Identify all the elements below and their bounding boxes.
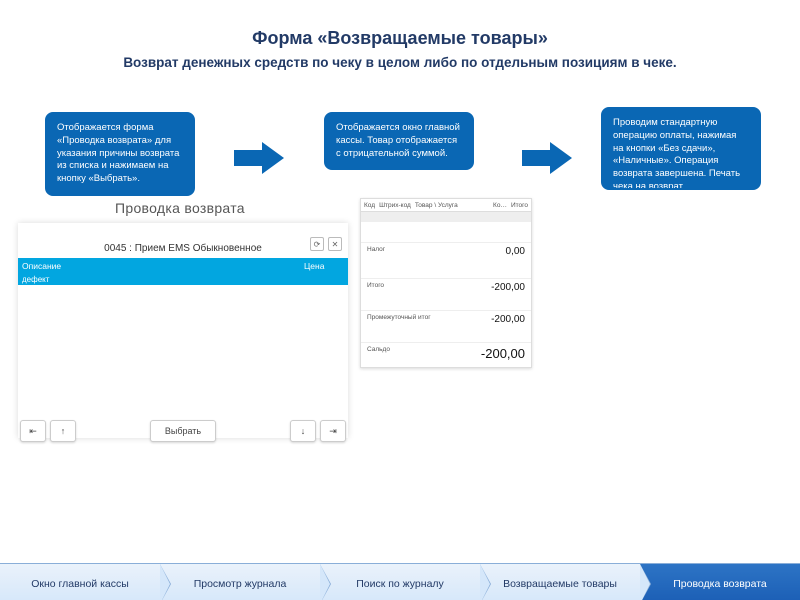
btn-select[interactable]: Выбрать (150, 420, 216, 442)
nav-journal-view[interactable]: Просмотр журнала (160, 563, 320, 600)
page-title: Форма «Возвращаемые товары» (0, 28, 800, 49)
btn-last[interactable]: ⇥ (320, 420, 346, 442)
left-panel-title: Проводка возврата (115, 200, 245, 216)
nav-main-window[interactable]: Окно главной кассы (0, 563, 160, 600)
page-subtitle: Возврат денежных средств по чеку в целом… (0, 55, 800, 70)
table-row[interactable]: дефект (18, 273, 348, 285)
nav-returned-goods[interactable]: Возвращаемые товары (480, 563, 640, 600)
arrow-2 (522, 142, 572, 174)
arrow-1 (234, 142, 284, 174)
nav-journal-search[interactable]: Поиск по журналу (320, 563, 480, 600)
refresh-icon[interactable]: ⟳ (310, 237, 324, 251)
step-box-3: Проводим стандартную операцию оплаты, на… (601, 107, 761, 190)
nav-return-posting[interactable]: Проводка возврата (640, 563, 800, 600)
register-panel: Код Штрих-код Товар \ Услуга Ко… Итого Н… (360, 198, 532, 368)
btn-up[interactable]: ↑ (50, 420, 76, 442)
close-icon[interactable]: ✕ (328, 237, 342, 251)
table-header: Описание Цена (18, 258, 348, 273)
btn-down[interactable]: ↓ (290, 420, 316, 442)
left-panel-item: 0045 : Прием EMS Обыкновенное (18, 243, 348, 254)
breadcrumb-nav: Окно главной кассы Просмотр журнала Поис… (0, 563, 800, 600)
step-box-1: Отображается форма «Проводка возврата» д… (45, 112, 195, 196)
step-box-2: Отображается окно главной кассы. Товар о… (324, 112, 474, 170)
return-posting-panel: ⟳ ✕ 0045 : Прием EMS Обыкновенное Описан… (18, 223, 348, 438)
btn-first[interactable]: ⇤ (20, 420, 46, 442)
